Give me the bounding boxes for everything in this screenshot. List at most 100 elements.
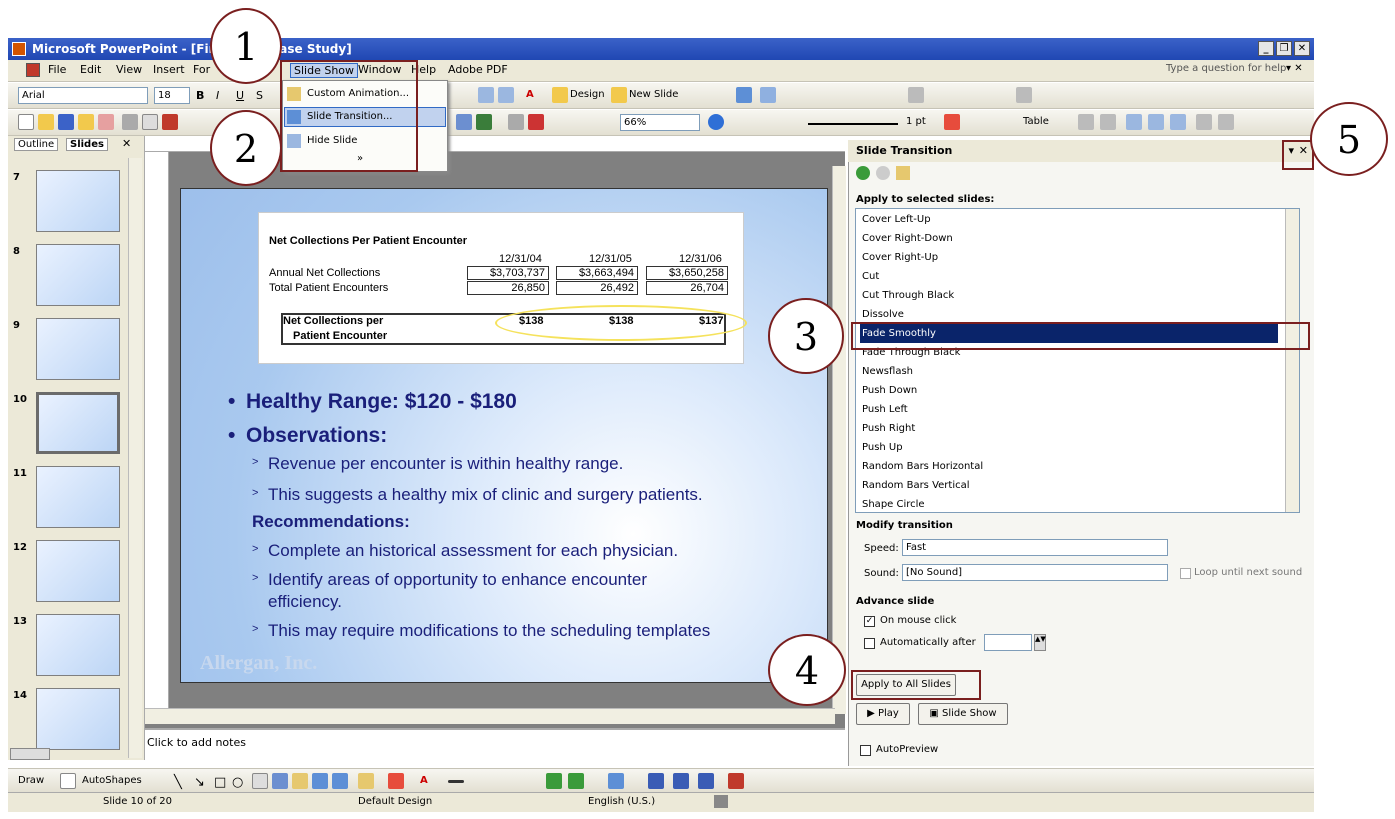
color-draw-icon[interactable] — [728, 773, 744, 789]
clipart-icon[interactable] — [312, 773, 328, 789]
cell-align-2-icon[interactable] — [1100, 114, 1116, 130]
menu-adobe-pdf[interactable]: Adobe PDF — [448, 63, 508, 76]
color-grayscale-icon[interactable] — [528, 114, 544, 130]
auto-after-input[interactable] — [984, 634, 1032, 651]
3d-icon[interactable] — [546, 773, 562, 789]
slide-thumbnail[interactable] — [36, 688, 120, 750]
loop-checkbox[interactable] — [1180, 568, 1191, 579]
slides-scrollbar[interactable] — [128, 158, 142, 758]
save-icon[interactable] — [58, 114, 74, 130]
indent-icon[interactable] — [498, 87, 514, 103]
menu-edit[interactable]: Edit — [80, 63, 101, 76]
open-icon[interactable] — [38, 114, 54, 130]
spelling-icon[interactable] — [162, 114, 178, 130]
notes-pane[interactable]: Click to add notes — [145, 728, 845, 766]
transition-item[interactable]: Cover Right-Up — [860, 248, 1278, 267]
transition-item[interactable]: Cut — [860, 267, 1278, 286]
line-style-icon[interactable] — [808, 123, 898, 125]
underline-button[interactable]: U — [236, 89, 244, 102]
auto-after-checkbox[interactable] — [864, 638, 875, 649]
embedded-table[interactable]: Net Collections Per Patient Encounter 12… — [258, 212, 747, 364]
order-draw-icon[interactable] — [698, 773, 714, 789]
line-style-draw-icon[interactable] — [448, 780, 464, 783]
insert-table-icon[interactable] — [476, 114, 492, 130]
font-color-draw-icon[interactable]: A — [420, 775, 428, 786]
insert-chart-icon[interactable] — [456, 114, 472, 130]
line-tool-icon[interactable]: ╲ — [174, 775, 182, 790]
menu-insert[interactable]: Insert — [153, 63, 185, 76]
distribute-cols-icon[interactable] — [1218, 114, 1234, 130]
play-button[interactable]: ▶ Play — [856, 703, 910, 725]
bold-button[interactable]: B — [196, 89, 204, 102]
font-size-combo[interactable]: 18 — [154, 87, 190, 104]
new-slide-button[interactable]: New Slide — [629, 89, 678, 100]
transition-item[interactable]: Random Bars Vertical — [860, 476, 1278, 495]
menu-format[interactable]: For — [193, 63, 210, 76]
transition-item[interactable]: Shape Circle — [860, 495, 1278, 512]
transition-item[interactable]: Random Bars Horizontal — [860, 457, 1278, 476]
slide-thumbnail[interactable] — [36, 466, 120, 528]
font-color-icon[interactable]: A — [526, 89, 534, 100]
select-pointer-icon[interactable] — [60, 773, 76, 789]
on-click-checkbox[interactable]: ✓ — [864, 616, 875, 627]
line-weight-button[interactable]: 1 pt — [906, 116, 926, 127]
design-button[interactable]: Design — [570, 89, 605, 100]
chart-icon[interactable] — [760, 87, 776, 103]
help-icon[interactable] — [708, 114, 724, 130]
tables-borders-icon[interactable] — [508, 114, 524, 130]
sound-select[interactable]: [No Sound] — [902, 564, 1168, 581]
help-search-input[interactable]: Type a question for help — [1166, 63, 1286, 74]
menu-view[interactable]: View — [116, 63, 142, 76]
transition-item[interactable]: Push Right — [860, 419, 1278, 438]
email-icon[interactable] — [98, 114, 114, 130]
print-preview-icon[interactable] — [142, 114, 158, 130]
slide-show-button[interactable]: ▣ Slide Show — [918, 703, 1008, 725]
align-draw-icon[interactable] — [648, 773, 664, 789]
line-color-icon[interactable] — [944, 114, 960, 130]
print-icon[interactable] — [122, 114, 138, 130]
distribute-rows-icon[interactable] — [1196, 114, 1212, 130]
transition-item[interactable]: Push Down — [860, 381, 1278, 400]
layout-icon[interactable] — [736, 87, 752, 103]
help-dropdown-icon[interactable]: ▾ ✕ — [1286, 63, 1303, 74]
draw-menu[interactable]: Draw — [18, 775, 44, 786]
slide-thumbnail-selected[interactable] — [36, 392, 120, 454]
restore-button[interactable]: ❐ — [1276, 41, 1292, 56]
permission-icon[interactable] — [78, 114, 94, 130]
transition-list[interactable]: Cover Left-Up Cover Right-Down Cover Rig… — [855, 208, 1300, 513]
transition-item[interactable]: Push Up — [860, 438, 1278, 457]
transition-item[interactable]: Newsflash — [860, 362, 1278, 381]
horizontal-scrollbar[interactable] — [145, 708, 835, 724]
align-center-icon[interactable] — [1148, 114, 1164, 130]
spinner-icon[interactable]: ▲▼ — [1034, 634, 1046, 651]
draw-table-icon[interactable] — [908, 87, 924, 103]
transition-item[interactable]: Cover Left-Up — [860, 210, 1278, 229]
autopreview-checkbox[interactable] — [860, 745, 871, 756]
tab-outline[interactable]: Outline — [14, 138, 59, 151]
fill-color-icon[interactable] — [358, 773, 374, 789]
forward-icon[interactable] — [876, 166, 890, 180]
font-combo[interactable]: Arial — [18, 87, 148, 104]
shadow-button[interactable]: S — [256, 89, 263, 102]
minimize-button[interactable]: _ — [1258, 41, 1274, 56]
new-icon[interactable] — [18, 114, 34, 130]
view-buttons[interactable] — [10, 748, 50, 760]
table-menu-button[interactable]: Table — [1023, 116, 1049, 127]
picture-icon[interactable] — [332, 773, 348, 789]
diagram-icon[interactable] — [292, 773, 308, 789]
line-color-draw-icon[interactable] — [388, 773, 404, 789]
oval-tool-icon[interactable]: ○ — [232, 775, 243, 790]
slide-thumbnail[interactable] — [36, 318, 120, 380]
zoom-combo[interactable]: 66% — [620, 114, 700, 131]
pen-icon[interactable] — [1016, 87, 1032, 103]
chart-draw-icon[interactable] — [608, 773, 624, 789]
menu-file[interactable]: File — [48, 63, 66, 76]
close-button[interactable]: ✕ — [1294, 41, 1310, 56]
transition-item[interactable]: Push Left — [860, 400, 1278, 419]
transition-item[interactable]: Cover Right-Down — [860, 229, 1278, 248]
speed-select[interactable]: Fast — [902, 539, 1168, 556]
home-icon[interactable] — [896, 166, 910, 180]
shadow-style-icon[interactable] — [568, 773, 584, 789]
close-pane-icon[interactable]: ✕ — [122, 137, 131, 150]
group-draw-icon[interactable] — [673, 773, 689, 789]
